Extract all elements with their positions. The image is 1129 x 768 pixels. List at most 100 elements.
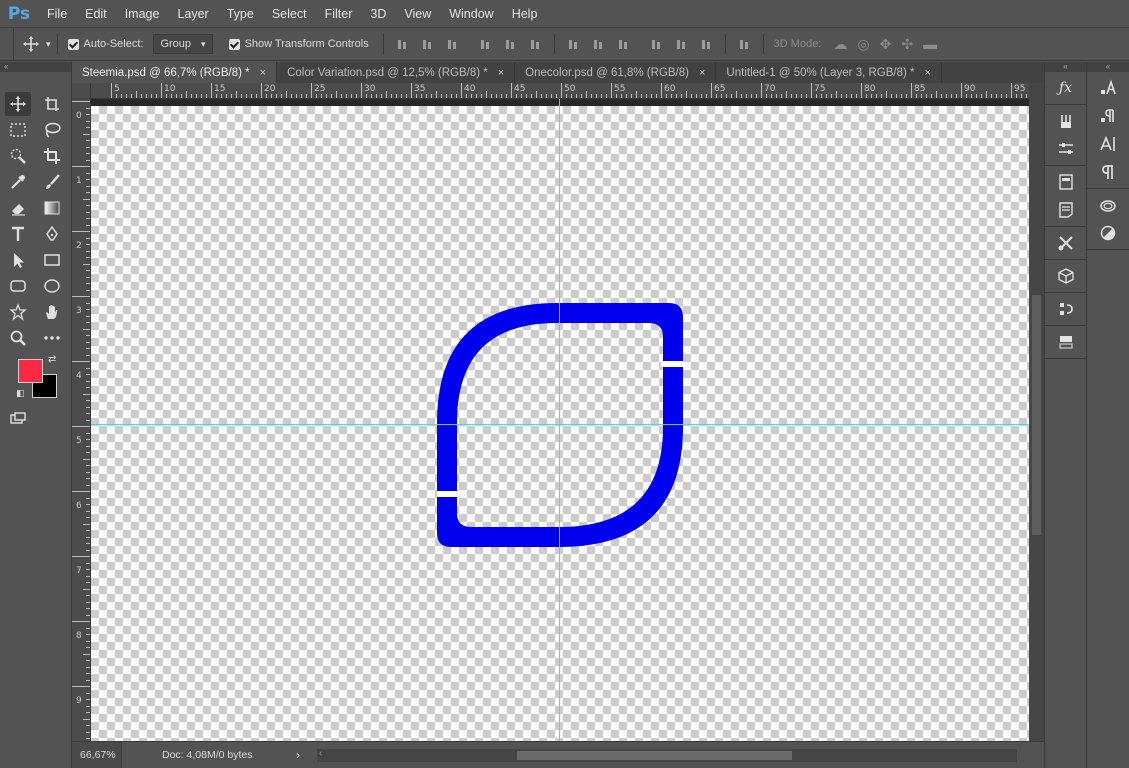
panel-collapse[interactable]: « bbox=[1045, 62, 1086, 72]
character-styles-icon[interactable] bbox=[1087, 74, 1129, 102]
auto-select-dropdown[interactable]: Group ▾ bbox=[153, 34, 213, 54]
artboard-tool-icon[interactable] bbox=[39, 92, 65, 116]
tools-panel-collapse[interactable]: « bbox=[0, 62, 71, 72]
tab-untitled-1[interactable]: Untitled-1 @ 50% (Layer 3, RGB/8) * × bbox=[716, 62, 942, 83]
align-top-icon[interactable] bbox=[396, 38, 409, 51]
vertical-scrollbar[interactable] bbox=[1029, 83, 1044, 741]
align-horizontal-center-icon[interactable] bbox=[504, 38, 517, 51]
align-vertical-center-icon[interactable] bbox=[421, 38, 434, 51]
menu-3d[interactable]: 3D bbox=[361, 0, 395, 28]
3d-orbit-icon[interactable]: ☁ bbox=[833, 36, 847, 53]
default-colors-icon[interactable]: ◧ bbox=[16, 388, 25, 399]
rectangular-marquee-icon[interactable] bbox=[5, 118, 31, 142]
ellipse-icon[interactable] bbox=[39, 274, 65, 298]
adjustments-icon[interactable] bbox=[1087, 219, 1129, 247]
close-icon[interactable]: × bbox=[925, 67, 931, 79]
distribute-right-icon[interactable] bbox=[700, 38, 713, 51]
menu-image[interactable]: Image bbox=[116, 0, 169, 28]
eraser-icon[interactable] bbox=[5, 196, 31, 220]
swap-colors-icon[interactable]: ⇄ bbox=[48, 354, 56, 365]
close-icon[interactable]: × bbox=[260, 67, 266, 79]
tab-color-variation[interactable]: Color Variation.psd @ 12,5% (RGB/8) * × bbox=[277, 62, 516, 83]
3d-pan-icon[interactable]: ✥ bbox=[880, 36, 892, 53]
tool-preset-picker[interactable]: ▾ bbox=[22, 35, 51, 53]
more-tools-icon[interactable] bbox=[39, 326, 65, 350]
ruler-origin[interactable] bbox=[72, 83, 91, 99]
crop-icon[interactable] bbox=[39, 144, 65, 168]
distribute-horizontal-center-icon[interactable] bbox=[675, 38, 688, 51]
photoshop-logo[interactable]: Ps bbox=[0, 4, 38, 24]
distribute-bottom-icon[interactable] bbox=[617, 38, 630, 51]
zoom-icon[interactable] bbox=[5, 326, 31, 350]
menu-select[interactable]: Select bbox=[263, 0, 316, 28]
close-icon[interactable]: × bbox=[699, 67, 705, 79]
hand-icon[interactable] bbox=[39, 300, 65, 324]
foreground-color-swatch[interactable] bbox=[18, 359, 43, 383]
menu-window[interactable]: Window bbox=[440, 0, 502, 28]
pen-icon[interactable] bbox=[39, 222, 65, 246]
layer-comps-icon[interactable] bbox=[1045, 328, 1086, 356]
menu-help[interactable]: Help bbox=[503, 0, 547, 28]
tab-onecolor[interactable]: Onecolor.psd @ 61,8% (RGB/8) × bbox=[515, 62, 717, 83]
custom-shape-icon[interactable] bbox=[5, 300, 31, 324]
options-grip[interactable] bbox=[0, 27, 14, 61]
brush-icon[interactable] bbox=[39, 170, 65, 194]
properties-sliders-icon[interactable] bbox=[1045, 135, 1086, 163]
history-icon[interactable] bbox=[1045, 168, 1086, 196]
status-menu-arrow[interactable]: › bbox=[296, 748, 300, 762]
close-icon[interactable]: × bbox=[498, 67, 504, 79]
align-bottom-icon[interactable] bbox=[446, 38, 459, 51]
auto-align-layers-icon[interactable] bbox=[738, 38, 751, 51]
3d-slide-icon[interactable]: ✣ bbox=[901, 36, 913, 53]
ruler-vertical[interactable]: 0 1 2 3 4 5 6 7 8 9 bbox=[72, 99, 91, 741]
scroll-left-icon[interactable]: ‹ bbox=[319, 748, 322, 759]
eyedropper-icon[interactable] bbox=[5, 170, 31, 194]
path-selection-icon[interactable] bbox=[5, 248, 31, 272]
canvas-workspace[interactable] bbox=[91, 99, 1029, 741]
quick-selection-icon[interactable] bbox=[5, 144, 31, 168]
gradient-icon[interactable] bbox=[39, 196, 65, 220]
logo-shape[interactable] bbox=[437, 303, 683, 547]
actions-icon[interactable] bbox=[1045, 295, 1086, 323]
paragraph-icon[interactable] bbox=[1087, 158, 1129, 186]
tab-steemia[interactable]: Steemia.psd @ 66,7% (RGB/8) * × bbox=[72, 62, 278, 83]
character-icon[interactable] bbox=[1087, 130, 1129, 158]
paragraph-styles-icon[interactable] bbox=[1087, 102, 1129, 130]
screen-mode-icon[interactable] bbox=[5, 407, 31, 431]
menu-type[interactable]: Type bbox=[218, 0, 263, 28]
move-tool-icon[interactable] bbox=[5, 92, 31, 116]
menu-view[interactable]: View bbox=[395, 0, 440, 28]
menu-filter[interactable]: Filter bbox=[316, 0, 362, 28]
styles-fx-icon[interactable]: ƒx bbox=[1045, 74, 1086, 102]
align-left-icon[interactable] bbox=[479, 38, 492, 51]
document-info[interactable]: Doc: 4,08M/0 bytes bbox=[122, 749, 342, 761]
guide-horizontal[interactable] bbox=[91, 424, 1029, 425]
zoom-level-field[interactable]: 66,67% bbox=[72, 741, 122, 768]
notes-icon[interactable] bbox=[1045, 196, 1086, 224]
distribute-left-icon[interactable] bbox=[650, 38, 663, 51]
brush-presets-icon[interactable] bbox=[1045, 107, 1086, 135]
3d-roll-icon[interactable]: ◎ bbox=[857, 36, 869, 53]
libraries-icon[interactable] bbox=[1087, 191, 1129, 219]
tool-presets-icon[interactable] bbox=[1045, 229, 1086, 257]
scrollbar-thumb[interactable] bbox=[1032, 295, 1041, 535]
horizontal-scrollbar[interactable]: ‹ bbox=[317, 748, 1017, 762]
lasso-icon[interactable] bbox=[39, 118, 65, 142]
distribute-vertical-center-icon[interactable] bbox=[592, 38, 605, 51]
panel-collapse[interactable]: « bbox=[1087, 62, 1129, 72]
3d-scale-icon[interactable]: ▬ bbox=[923, 36, 937, 52]
type-icon[interactable] bbox=[5, 222, 31, 246]
show-transform-checkbox[interactable]: Show Transform Controls bbox=[228, 38, 369, 50]
rounded-rectangle-icon[interactable] bbox=[5, 274, 31, 298]
menu-edit[interactable]: Edit bbox=[76, 0, 116, 28]
guide-vertical[interactable] bbox=[559, 99, 560, 741]
3d-cube-icon[interactable] bbox=[1045, 262, 1086, 290]
rectangle-icon[interactable] bbox=[39, 248, 65, 272]
menu-file[interactable]: File bbox=[38, 0, 76, 28]
menu-layer[interactable]: Layer bbox=[168, 0, 217, 28]
auto-select-checkbox[interactable]: Auto-Select: bbox=[67, 38, 143, 50]
scrollbar-thumb[interactable] bbox=[517, 751, 792, 760]
ruler-horizontal[interactable]: 5 10 15 20 25 30 35 40 45 50 55 60 65 70 75 80 85 90 95 bbox=[91, 83, 1029, 99]
align-right-icon[interactable] bbox=[529, 38, 542, 51]
distribute-top-icon[interactable] bbox=[567, 38, 580, 51]
